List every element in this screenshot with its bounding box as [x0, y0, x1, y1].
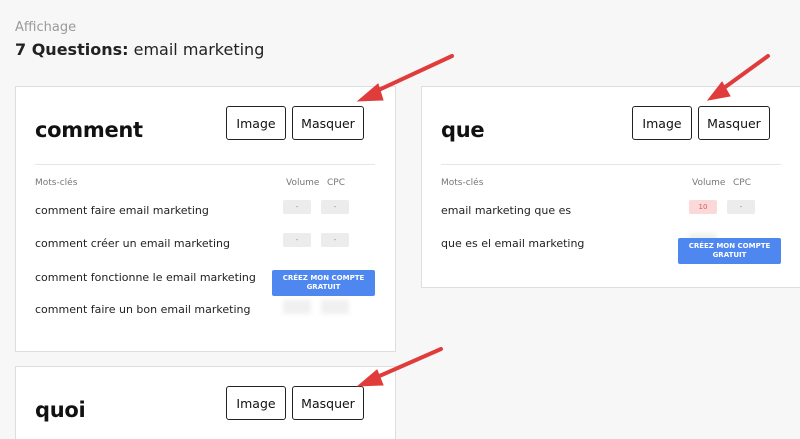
cpc-value: -: [727, 200, 755, 214]
question-count: 7 Questions:: [15, 40, 129, 59]
card-title: que: [441, 118, 485, 142]
hide-button[interactable]: Masquer: [698, 106, 770, 140]
section-label: Affichage: [15, 20, 77, 35]
volume-value: 10: [689, 200, 717, 214]
image-button[interactable]: Image: [226, 106, 286, 140]
divider: [35, 164, 375, 165]
divider: [441, 164, 781, 165]
keyword-row[interactable]: email marketing que es: [441, 204, 571, 217]
keyword-row[interactable]: comment faire un bon email marketing: [35, 303, 250, 316]
page-header: Affichage 7 Questions: email marketing: [15, 20, 264, 60]
keyword-row[interactable]: comment faire email marketing: [35, 204, 209, 217]
cpc-header: CPC: [327, 178, 345, 188]
volume-header: Volume: [286, 178, 320, 188]
create-account-button[interactable]: CRÉEZ MON COMPTE GRATUIT: [678, 238, 781, 264]
volume-value: -: [283, 200, 311, 214]
card-comment: comment Image Masquer Mots-clés Volume C…: [15, 86, 396, 352]
keyword-row[interactable]: comment fonctionne le email marketing: [35, 271, 256, 284]
card-quoi: quoi Image Masquer: [15, 366, 396, 439]
hide-button[interactable]: Masquer: [292, 106, 364, 140]
topic-label: email marketing: [133, 40, 265, 59]
page-title: 7 Questions: email marketing: [15, 40, 264, 60]
volume-header: Volume: [692, 178, 726, 188]
card-que: que Image Masquer Mots-clés Volume CPC e…: [421, 86, 800, 288]
cpc-value: -: [321, 233, 349, 247]
keyword-row[interactable]: comment créer un email marketing: [35, 237, 230, 250]
hide-button[interactable]: Masquer: [292, 386, 364, 420]
keywords-header: Mots-clés: [35, 178, 78, 188]
card-title: comment: [35, 118, 143, 142]
create-account-button[interactable]: CRÉEZ MON COMPTE GRATUIT: [272, 270, 375, 296]
card-title: quoi: [35, 398, 86, 422]
cpc-value: -: [321, 200, 349, 214]
keywords-header: Mots-clés: [441, 178, 484, 188]
volume-value-blurred: [283, 300, 311, 314]
cpc-header: CPC: [733, 178, 751, 188]
image-button[interactable]: Image: [632, 106, 692, 140]
volume-value: -: [283, 233, 311, 247]
keyword-row[interactable]: que es el email marketing: [441, 237, 584, 250]
image-button[interactable]: Image: [226, 386, 286, 420]
cpc-value-blurred: [321, 300, 349, 314]
